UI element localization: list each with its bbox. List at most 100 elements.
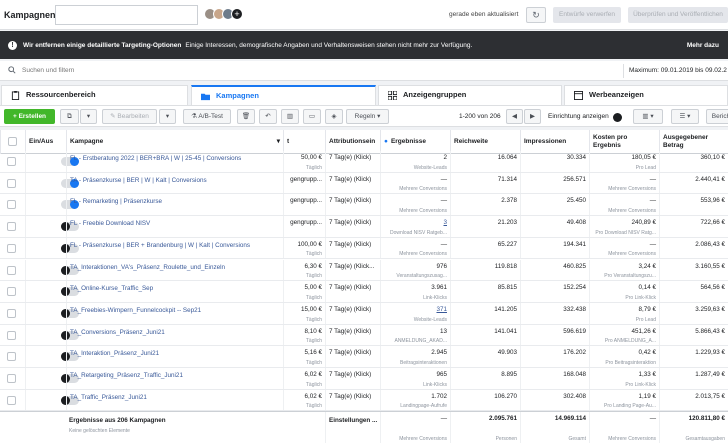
campaign-name-link[interactable]: TA_Online-Kurse_Traffic_Sep [70, 285, 275, 292]
next-page-button[interactable]: ▶ [524, 109, 541, 124]
results-value[interactable]: 3 [443, 219, 447, 226]
table-row[interactable]: TA_Retargeting_Präsenz_Traffic_Juni21 6,0… [0, 368, 728, 390]
campaign-name-link[interactable]: FL - Remarketing | Präsenzkurse [70, 198, 275, 205]
refresh-button[interactable]: ↻ [526, 7, 546, 23]
campaign-name-link[interactable]: TA_Traffic_Präsenz_Juni21 [70, 394, 275, 401]
row-select-cell [0, 368, 25, 389]
row-checkbox[interactable] [7, 222, 16, 232]
rules-dropdown[interactable]: Regeln ▾ [346, 109, 389, 124]
delete-button[interactable]: 🗑 [237, 109, 255, 124]
learn-more-link[interactable]: Mehr dazu [687, 42, 719, 49]
results-sub: Website-Leads [413, 316, 447, 323]
columns-button[interactable]: ▥ ▾ [633, 109, 663, 124]
table-row[interactable]: TA - Präsenzkurse | BER | W | Kalt | Con… [0, 172, 728, 195]
footer-attribution: Einstellungen ... [325, 412, 380, 443]
results-cell: 2 Website-Leads [380, 151, 450, 172]
row-checkbox[interactable] [7, 157, 16, 166]
row-checkbox[interactable] [7, 265, 16, 275]
tab-ads[interactable]: Werbeanzeigen [564, 85, 728, 105]
select-all-checkbox[interactable] [8, 137, 17, 146]
table-row[interactable]: FL - Erstberatung 2022 | BER+BRA | W | 2… [0, 151, 728, 173]
campaign-name-link[interactable]: TA_Interaktionen_VA's_Präsenz_Roulette_u… [70, 264, 275, 271]
row-checkbox[interactable] [7, 395, 16, 405]
add-collaborator-icon[interactable]: + [231, 8, 243, 20]
edit-button[interactable]: ✎ Bearbeiten [102, 109, 157, 124]
tag-button[interactable]: ◈ [325, 109, 343, 124]
campaign-name-link[interactable]: TA_Retargeting_Präsenz_Traffic_Juni21 [70, 372, 275, 379]
campaign-name-link[interactable]: TA - Präsenzkurse | BER | W | Kalt | Con… [70, 177, 275, 184]
setup-toggle[interactable] [613, 113, 622, 122]
attribution-cell: 7 Tag(e) (Klick) [325, 346, 380, 367]
cpr-sub: Pro ANMELDUNG_A... [604, 338, 656, 345]
campaign-name-link[interactable]: FL - Präsenzkurse | BER + Brandenburg | … [70, 242, 275, 249]
footer-label-cell: Ergebnisse aus 206 Kampagnen Keine gelös… [66, 412, 325, 443]
results-sub: Beitragsinteraktionen [400, 359, 447, 366]
results-value: 2 [443, 154, 447, 161]
row-checkbox[interactable] [7, 243, 16, 253]
row-checkbox[interactable] [7, 374, 16, 383]
discard-drafts-button[interactable]: Entwürfe verwerfen [553, 7, 621, 23]
results-cell: — Mehrere Conversions [380, 172, 450, 194]
attribution-cell: 7 Tag(e) (Klick) [325, 368, 380, 389]
review-publish-button[interactable]: Überprüfen und Veröffentlichen [628, 7, 728, 23]
account-selector[interactable] [55, 5, 198, 25]
row-checkbox[interactable] [7, 352, 16, 362]
tab-ad-sets[interactable]: Anzeigengruppen [378, 85, 562, 105]
collaborator-avatars[interactable]: + [204, 8, 243, 20]
campaign-table: Ein/Aus Kampagne ▾ t Attributionsein ● Erg… [0, 130, 728, 443]
table-row[interactable]: TA_Freebies-Wimpern_Funnelcockpit -- Sep… [0, 302, 728, 325]
tab-campaigns[interactable]: Kampagnen [191, 85, 376, 105]
budget-cell: 15,00 € Täglich [283, 302, 325, 324]
spend-value: 1.287,49 € [695, 371, 725, 378]
table-row[interactable]: FL - Freebie Download NISV gengrupp... 7 T… [0, 216, 728, 238]
cpr-value: 8,79 € [638, 305, 656, 313]
row-toggle-cell [25, 281, 79, 302]
row-checkbox[interactable] [7, 308, 16, 318]
row-checkbox[interactable] [7, 287, 16, 297]
footer-results: — Mehrere Conversions [380, 412, 450, 443]
duplicate-dropdown[interactable]: ▾ [80, 109, 97, 124]
info-icon: ● [384, 138, 388, 145]
table-row[interactable]: TA_Interaktionen_VA's_Präsenz_Roulette_u… [0, 259, 728, 282]
edit-dropdown[interactable]: ▾ [159, 109, 176, 124]
campaign-name-link[interactable]: TA_Freebies-Wimpern_Funnelcockpit -- Sep… [70, 307, 275, 314]
search-input[interactable]: Suchen und filtern [22, 67, 74, 74]
cpr-sub: Pro Landing Page-Au... [604, 403, 656, 410]
reports-button[interactable]: Berich [706, 109, 728, 124]
table-row[interactable]: TA_Interaktion_Präsenz_Juni21 5,16 € Tägli… [0, 346, 728, 368]
impressions-cell: 176.202 [520, 346, 589, 367]
create-button[interactable]: + Erstellen [4, 109, 55, 124]
cpr-value: 1,19 € [638, 392, 656, 400]
duplicate-button[interactable]: ⧉ [60, 109, 79, 124]
archive-button[interactable]: ▥ [281, 109, 299, 124]
cpr-value: 0,42 € [638, 349, 656, 357]
spend-value: 1.229,93 € [695, 349, 725, 357]
undo-button[interactable]: ↶ [259, 109, 277, 124]
campaign-name-link[interactable]: FL - Freebie Download NISV [70, 220, 275, 227]
table-row[interactable]: FL - Präsenzkurse | BER + Brandenburg | … [0, 237, 728, 260]
ab-test-button[interactable]: ⚗ A/B-Test [183, 109, 231, 124]
table-row[interactable]: TA_Online-Kurse_Traffic_Sep 5,00 € Täglich… [0, 281, 728, 303]
results-value[interactable]: 371 [436, 306, 447, 313]
row-checkbox[interactable] [7, 330, 16, 340]
reach-value: 2.378 [501, 197, 517, 205]
row-checkbox[interactable] [7, 178, 16, 188]
budget-value: gengrupp... [290, 175, 322, 183]
tab-resource-area[interactable]: Ressourcenbereich [1, 85, 188, 105]
chevron-down-icon: ▾ [165, 113, 170, 120]
impressions-cell: 25.450 [520, 194, 589, 216]
breakdown-button[interactable]: ☰ ▾ [671, 109, 699, 124]
impressions-value: 256.571 [563, 175, 586, 183]
campaign-name-link[interactable]: TA_Conversions_Präsenz_Juni21 [70, 329, 275, 336]
row-checkbox[interactable] [7, 200, 16, 210]
campaign-name-link[interactable]: TA_Interaktion_Präsenz_Juni21 [70, 350, 275, 357]
table-row[interactable]: TA_Conversions_Präsenz_Juni21 8,10 € Tägli… [0, 324, 728, 347]
table-row[interactable]: FL - Remarketing | Präsenzkurse gengrupp.… [0, 194, 728, 217]
reach-cell: 65.227 [450, 237, 520, 259]
date-range-picker[interactable]: Maximum: 09.01.2019 bis 09.02.2 [623, 64, 728, 78]
preview-button[interactable]: ▭ [303, 109, 321, 124]
spend-cell: 2.086,43 € [659, 237, 728, 259]
campaign-name-link[interactable]: FL - Erstberatung 2022 | BER+BRA | W | 2… [70, 155, 275, 162]
prev-page-button[interactable]: ◀ [506, 109, 523, 124]
table-row[interactable]: TA_Traffic_Präsenz_Juni21 6,02 € Täglich 7 … [0, 389, 728, 412]
